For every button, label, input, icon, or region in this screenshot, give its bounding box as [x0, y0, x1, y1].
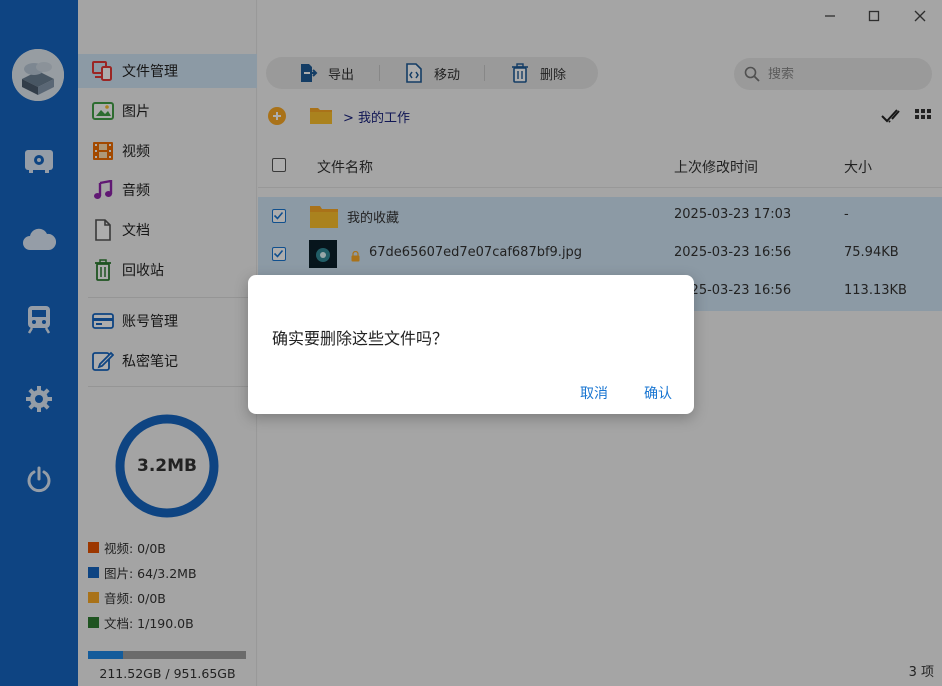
- confirm-button[interactable]: 确认: [644, 383, 672, 403]
- confirm-delete-dialog: 确实要删除这些文件吗？ 取消 确认: [248, 275, 694, 414]
- dialog-message: 确实要删除这些文件吗？: [272, 329, 449, 348]
- cancel-button[interactable]: 取消: [580, 383, 608, 403]
